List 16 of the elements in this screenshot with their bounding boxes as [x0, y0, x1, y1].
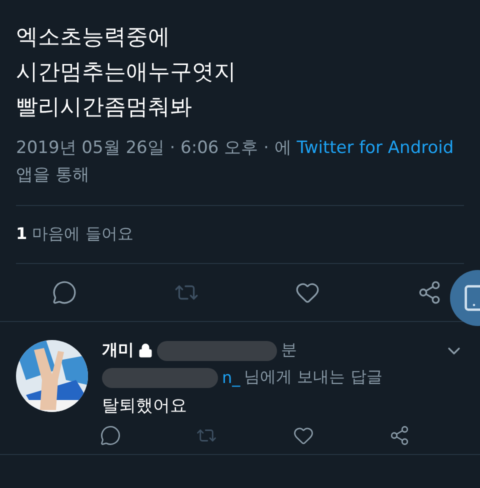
heart-button[interactable] — [292, 425, 314, 446]
tweet-timestamp: 2019년 05월 26일 · 6:06 오후 · 에 Twitter for Android 앱을 통해 — [16, 137, 455, 187]
reply-to-label: 님에게 보내는 답글 — [244, 367, 382, 388]
user-name[interactable]: 개미 — [102, 340, 134, 361]
tweet-text: 시간멈추는애누구엿지 — [16, 59, 237, 87]
source-link[interactable]: Twitter for Android — [296, 138, 454, 158]
reply-button[interactable] — [52, 280, 77, 305]
reply-button[interactable] — [100, 425, 121, 446]
tweet-text: 빨리시간좀멈춰봐 — [16, 94, 193, 122]
reply-time: 분 — [281, 340, 297, 361]
reply-text: 탈퇴했어요 — [102, 395, 188, 417]
like-count[interactable]: 1 마음에 들어요 — [16, 206, 464, 263]
share-button[interactable] — [388, 425, 410, 446]
share-button[interactable] — [416, 280, 442, 305]
mention-link[interactable]: n_ — [222, 368, 240, 387]
tweet-text: 엑소초능력중에 — [16, 24, 171, 52]
